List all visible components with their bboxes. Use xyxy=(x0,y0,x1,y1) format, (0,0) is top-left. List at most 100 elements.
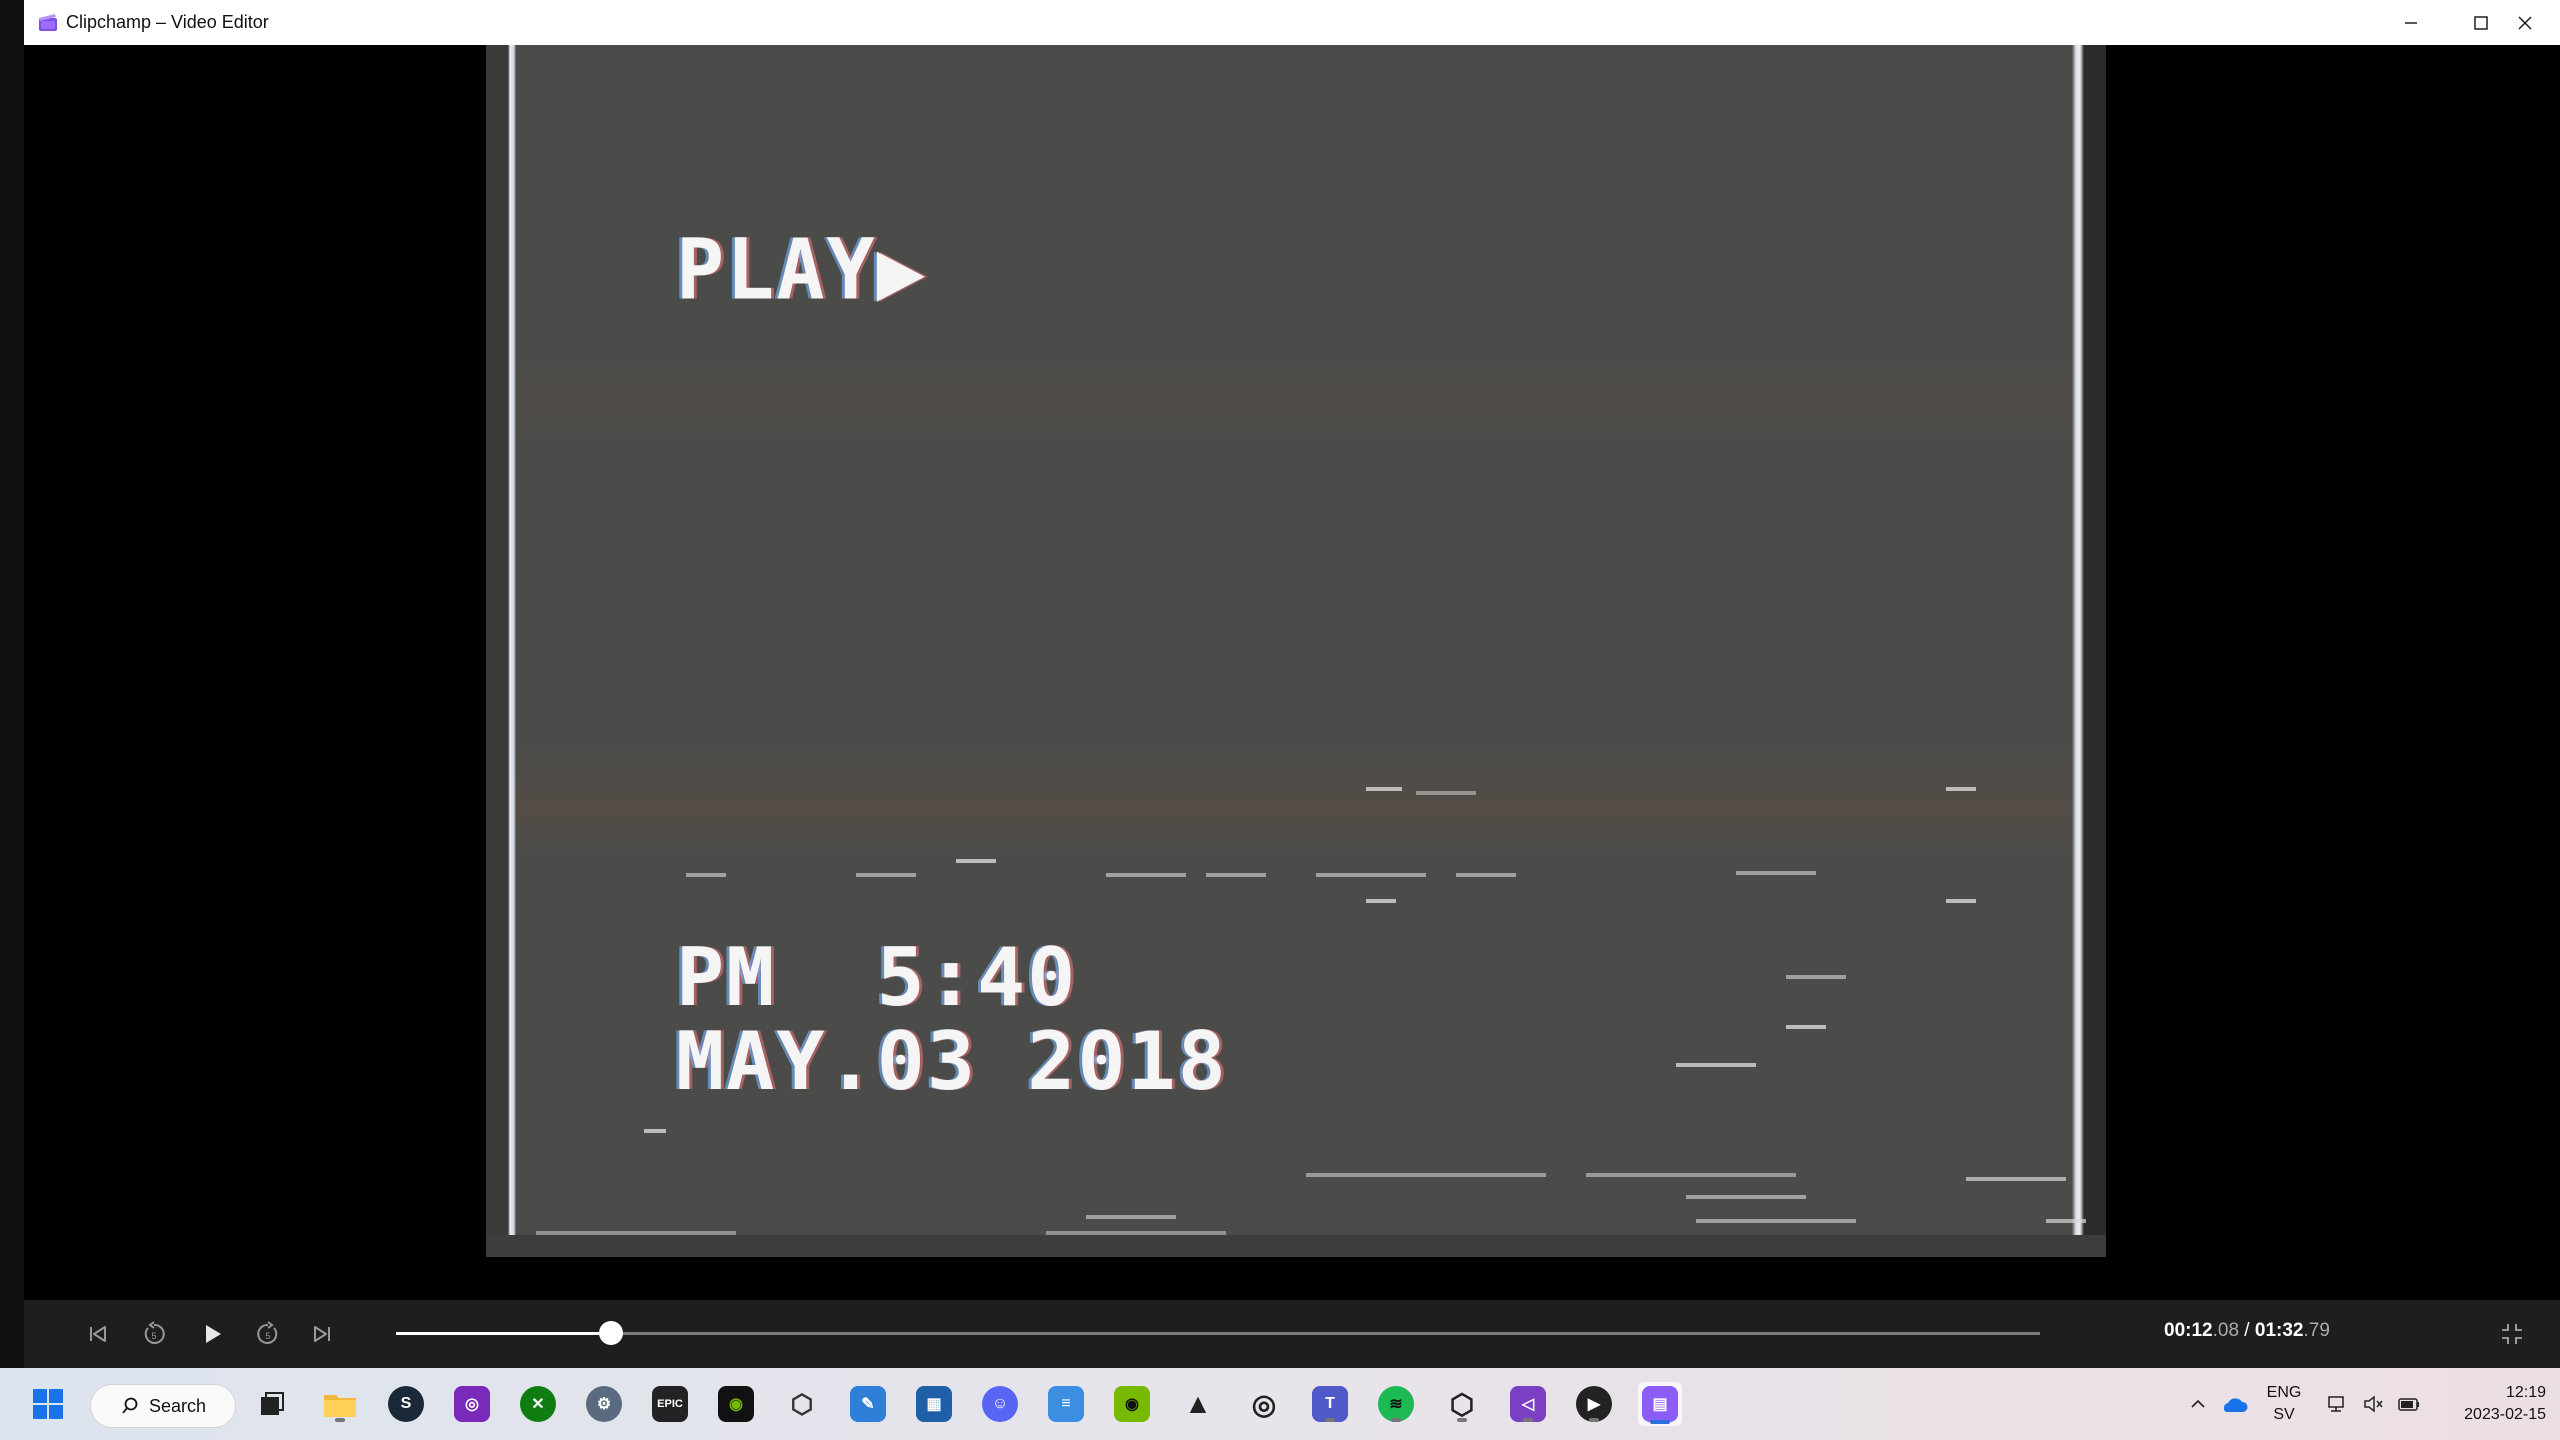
taskbar-paint-app[interactable]: ✎ xyxy=(846,1382,890,1426)
desktop-background xyxy=(0,0,24,1368)
inkscape-icon: ▲ xyxy=(1184,1388,1212,1419)
chevron-up-icon xyxy=(2191,1399,2205,1408)
total-time-fraction: .79 xyxy=(2303,1320,2330,1341)
taskbar-steam[interactable]: S xyxy=(384,1382,428,1426)
battery-tray[interactable] xyxy=(2394,1368,2424,1440)
discord-icon: ☺ xyxy=(982,1386,1018,1422)
timecode: 00:12.08 / 01:32.79 xyxy=(2164,1320,2330,1342)
exit-fullscreen-button[interactable] xyxy=(2492,1314,2532,1354)
battery-icon xyxy=(2398,1398,2419,1411)
vhs-date-overlay: MAY.03 2018 xyxy=(676,1015,1228,1108)
network-tray[interactable] xyxy=(2322,1368,2352,1440)
taskbar-nvidia[interactable]: ◉ xyxy=(714,1382,758,1426)
unity-icon: ⬡ xyxy=(790,1388,814,1419)
clipchamp-window: Clipchamp – Video Editor PLAY▶ PM 5:40 M… xyxy=(24,0,2560,1368)
svg-text:5: 5 xyxy=(265,1331,270,1341)
forward-5-seconds-button[interactable]: 5 xyxy=(248,1314,288,1354)
taskbar-spotify[interactable]: ≋ xyxy=(1374,1382,1418,1426)
keyboard-layout-code: SV xyxy=(2273,1406,2295,1423)
start-button[interactable] xyxy=(26,1382,70,1426)
video-preview-area: PLAY▶ PM 5:40 MAY.03 2018 xyxy=(24,45,2560,1300)
xbox-icon: ✕ xyxy=(520,1386,556,1422)
seek-bar[interactable] xyxy=(396,1321,2040,1345)
paint-icon: ✎ xyxy=(850,1386,886,1422)
task-view-button[interactable] xyxy=(250,1382,294,1426)
onedrive-tray[interactable] xyxy=(2216,1368,2252,1440)
time-separator: / xyxy=(2239,1320,2255,1341)
current-time-fraction: .08 xyxy=(2212,1320,2240,1341)
skip-back-icon xyxy=(90,1326,106,1342)
rewind-5-seconds-button[interactable]: 5 xyxy=(134,1314,174,1354)
minimize-button[interactable] xyxy=(2376,0,2446,45)
taskbar-nvidia-control[interactable]: ◉ xyxy=(1110,1382,1154,1426)
maximize-icon xyxy=(2474,15,2488,30)
seek-bar-progress xyxy=(396,1332,612,1335)
taskbar-ubisoft[interactable]: ◎ xyxy=(1242,1382,1286,1426)
taskbar-notepad[interactable]: ≡ xyxy=(1044,1382,1088,1426)
total-time: 01:32 xyxy=(2254,1320,2304,1341)
rewind-5-icon: 5 xyxy=(144,1321,165,1344)
skip-to-start-button[interactable] xyxy=(78,1314,118,1354)
volume-tray[interactable] xyxy=(2358,1368,2388,1440)
podcast-icon: ◎ xyxy=(454,1386,490,1422)
taskbar-clock[interactable]: 12:19 2023-02-15 xyxy=(2434,1382,2546,1426)
notepad-icon: ≡ xyxy=(1048,1386,1084,1422)
video-frame[interactable]: PLAY▶ PM 5:40 MAY.03 2018 xyxy=(486,45,2106,1257)
windows-logo-icon xyxy=(33,1389,63,1419)
taskbar-search[interactable]: Search xyxy=(90,1384,236,1428)
current-time: 00:12 xyxy=(2164,1320,2213,1341)
taskbar-inkscape[interactable]: ▲ xyxy=(1176,1382,1220,1426)
media-player-icon: ▶ xyxy=(1576,1386,1612,1422)
taskbar-epic-games[interactable]: EPIC xyxy=(648,1382,692,1426)
cloud-icon xyxy=(2223,1398,2248,1412)
close-button[interactable] xyxy=(2490,0,2560,45)
taskbar-settings[interactable]: ⚙ xyxy=(582,1382,626,1426)
epic-games-icon: EPIC xyxy=(652,1386,688,1422)
folder-icon xyxy=(322,1386,358,1422)
skip-to-end-button[interactable] xyxy=(302,1314,342,1354)
spotify-icon: ≋ xyxy=(1378,1386,1414,1422)
title-bar[interactable]: Clipchamp – Video Editor xyxy=(24,0,2560,45)
show-hidden-icons-button[interactable] xyxy=(2184,1368,2212,1440)
search-icon xyxy=(122,1397,138,1414)
taskbar-teams[interactable]: T xyxy=(1308,1382,1352,1426)
nvidia-icon: ◉ xyxy=(718,1386,754,1422)
taskbar-clipchamp[interactable]: ▤ xyxy=(1638,1382,1682,1426)
minimize-icon xyxy=(2405,21,2417,24)
taskbar-media-player[interactable]: ▶ xyxy=(1572,1382,1616,1426)
vhs-time-overlay: PM 5:40 xyxy=(676,931,1078,1024)
clipchamp-icon: ▤ xyxy=(1642,1386,1678,1422)
taskbar-movie-maker[interactable]: ▦ xyxy=(912,1382,956,1426)
playback-controls: 5 5 00:12.08 / 01:32.79 xyxy=(24,1300,2560,1368)
skip-forward-icon xyxy=(314,1326,330,1342)
volume-muted-icon xyxy=(2364,1395,2383,1413)
clock-date: 2023-02-15 xyxy=(2464,1406,2546,1423)
nvidia-control-icon: ◉ xyxy=(1114,1386,1150,1422)
task-view-icon xyxy=(254,1386,290,1422)
taskbar-podcast-app[interactable]: ◎ xyxy=(450,1382,494,1426)
taskbar-xbox[interactable]: ✕ xyxy=(516,1382,560,1426)
unity-editor-icon: ⬡ xyxy=(1449,1388,1475,1420)
language-code: ENG xyxy=(2266,1384,2302,1401)
close-icon xyxy=(2518,16,2532,29)
taskbar-file-explorer[interactable] xyxy=(318,1382,362,1426)
exit-fullscreen-icon xyxy=(2502,1324,2522,1344)
play-button[interactable] xyxy=(192,1314,232,1354)
gear-icon: ⚙ xyxy=(586,1386,622,1422)
teams-icon: T xyxy=(1312,1386,1348,1422)
taskbar-visual-studio[interactable]: ◁ xyxy=(1506,1382,1550,1426)
taskbar-unity-editor[interactable]: ⬡ xyxy=(1440,1382,1484,1426)
clipchamp-app-icon xyxy=(39,14,57,31)
visual-studio-icon: ◁ xyxy=(1510,1386,1546,1422)
steam-icon: S xyxy=(388,1386,424,1422)
forward-5-icon: 5 xyxy=(257,1321,278,1344)
input-language-indicator[interactable]: ENG SV xyxy=(2262,1382,2306,1426)
seek-handle[interactable] xyxy=(599,1321,624,1345)
ubisoft-icon: ◎ xyxy=(1251,1388,1277,1420)
play-icon xyxy=(206,1325,221,1343)
window-title: Clipchamp – Video Editor xyxy=(66,12,269,32)
taskbar: Search S ◎ ✕ ⚙ EPIC ◉ ⬡ ✎ ▦ ☺ ≡ ◉ ▲ ◎ T … xyxy=(0,1368,2560,1440)
vhs-play-indicator: PLAY▶ xyxy=(676,220,927,319)
taskbar-unity-hub[interactable]: ⬡ xyxy=(780,1382,824,1426)
taskbar-discord[interactable]: ☺ xyxy=(978,1382,1022,1426)
